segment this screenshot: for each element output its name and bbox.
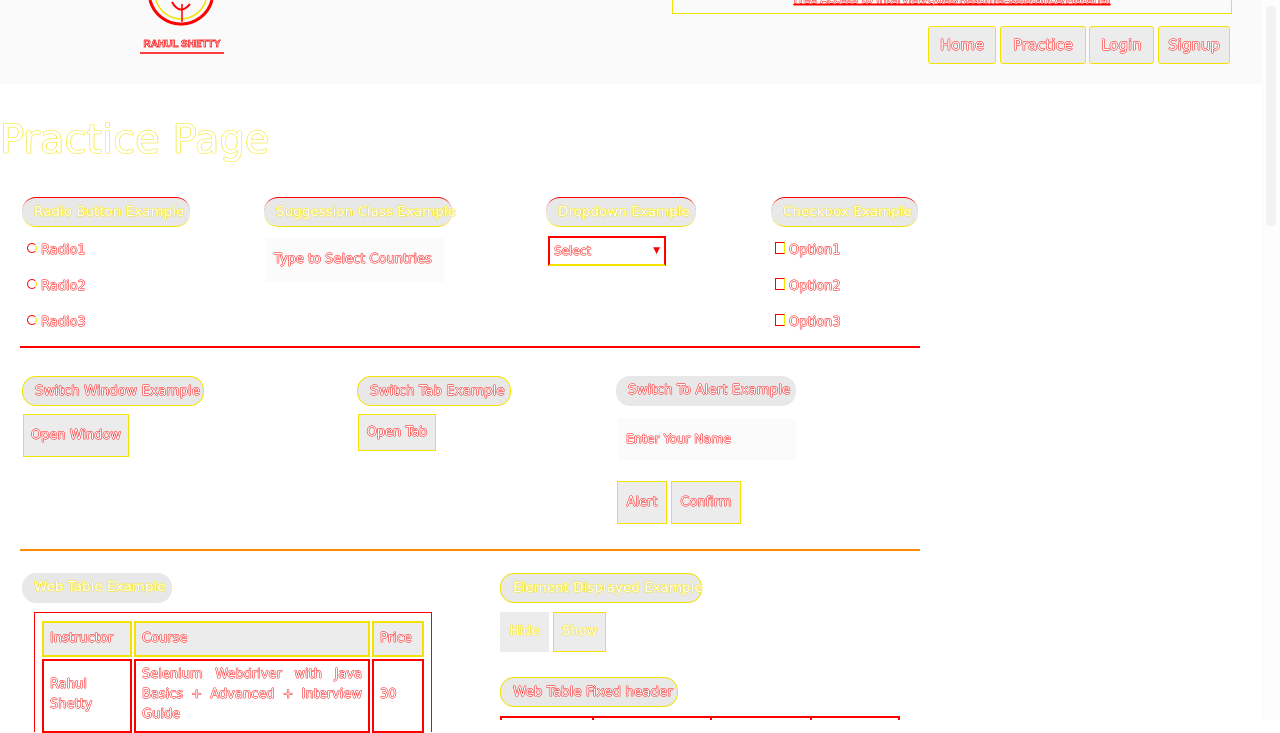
hide-button[interactable]: Hide [500, 612, 549, 652]
brand-logo[interactable]: RAHUL SHETTY [138, 0, 226, 58]
dropdown-selected-value: Select [554, 244, 592, 258]
logo-emblem-icon: RAHUL SHETTY [140, 0, 224, 54]
option3-label: Option3 [789, 315, 841, 330]
country-autocomplete-input[interactable]: Type to Select Countries [266, 238, 444, 282]
table-cell-course: Selenium Webdriver with Java Basics + Ad… [134, 659, 370, 733]
switch-window-legend: Switch Window Example [22, 376, 204, 406]
radio2-button[interactable] [27, 279, 37, 289]
suggestion-section-legend: Suggession Class Example [264, 197, 456, 227]
show-button[interactable]: Show [553, 612, 606, 652]
open-window-button[interactable]: Open Window [23, 414, 129, 457]
nav-login-button[interactable]: Login [1089, 26, 1154, 64]
radio1-label: Radio1 [41, 243, 86, 258]
checkbox-section-legend: Checkbox Example [771, 197, 918, 227]
section-divider [20, 549, 920, 551]
radio2-label: Radio2 [41, 279, 86, 294]
radio-section-legend: Radio Button Example [22, 197, 190, 227]
fixed-header-legend: Web Table Fixed header [500, 677, 678, 707]
switch-tab-legend: Switch Tab Example [357, 376, 511, 406]
element-displayed-legend: Element Displayed Example [500, 573, 703, 603]
section-divider [20, 346, 920, 348]
nav-home-button[interactable]: Home [928, 26, 996, 64]
fixed-header-table [500, 716, 900, 720]
radio1-button[interactable] [27, 243, 37, 253]
confirm-button[interactable]: Confirm [671, 481, 741, 524]
svg-text:RAHUL SHETTY: RAHUL SHETTY [143, 39, 220, 50]
switch-alert-legend: Switch To Alert Example [616, 376, 796, 406]
promo-link[interactable]: Free Access to InterviewQues/ResumeAssis… [672, 0, 1232, 14]
open-tab-button[interactable]: Open Tab [358, 414, 436, 451]
dropdown-section-legend: Dropdown Example [546, 197, 696, 227]
table-header-course: Course [134, 621, 370, 657]
table-cell-instructor: Rahul Shetty [42, 659, 132, 733]
option2-checkbox[interactable] [775, 278, 785, 290]
table-cell-price: 30 [372, 659, 424, 733]
web-table-legend: Web Table Example [22, 573, 172, 603]
nav-signup-button[interactable]: Signup [1158, 26, 1230, 64]
option1-checkbox[interactable] [775, 242, 785, 254]
web-table: Instructor Course Price Rahul Shetty Sel… [34, 612, 432, 733]
scrollbar-thumb[interactable] [1266, 6, 1276, 226]
table-header-instructor: Instructor [42, 621, 132, 657]
option1-label: Option1 [789, 243, 841, 258]
radio3-button[interactable] [27, 315, 37, 325]
page-title: Practice Page [0, 117, 270, 163]
table-header-price: Price [372, 621, 424, 657]
dropdown-select[interactable]: Select ▼ [548, 236, 666, 266]
alert-button[interactable]: Alert [617, 481, 667, 524]
chevron-down-icon: ▼ [653, 246, 660, 256]
nav-practice-button[interactable]: Practice [1000, 26, 1086, 64]
option3-checkbox[interactable] [775, 314, 785, 326]
radio3-label: Radio3 [41, 315, 86, 330]
name-input[interactable]: Enter Your Name [618, 418, 796, 460]
option2-label: Option2 [789, 279, 841, 294]
